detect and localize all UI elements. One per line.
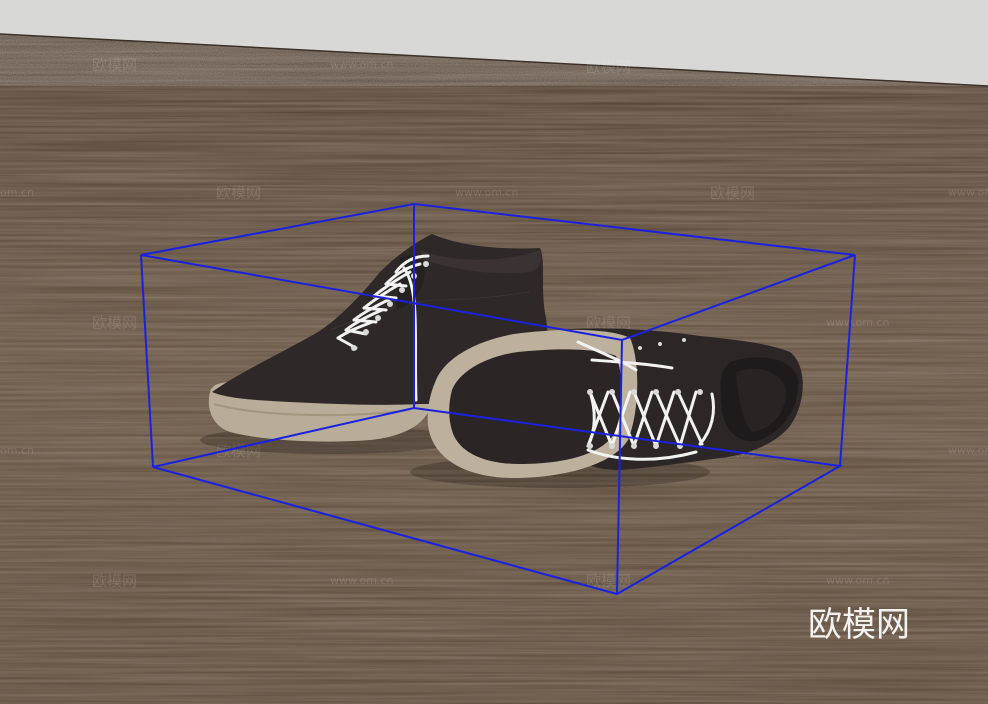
watermark-url: om.cn [0, 444, 34, 457]
watermark-url: om.cn [0, 186, 34, 199]
watermark-brand: 欧模网 [216, 184, 261, 202]
watermark-brand: 欧模网 [92, 314, 137, 332]
watermark-url: www.om.cn [455, 186, 518, 199]
viewport-scene: 欧模网 www.om.cn 欧模网 om.cn 欧模网 www.om.cn 欧模… [0, 0, 988, 704]
watermark-brand: 欧模网 [586, 58, 631, 76]
watermark-logo: 欧模网 [808, 605, 910, 645]
watermark-url: www.om.cn [826, 574, 889, 587]
watermark-url: www.om.cn [948, 186, 988, 199]
watermark-url: www.om.cn [330, 58, 393, 71]
watermark-url: www.om.cn [826, 316, 889, 329]
watermark-brand: 欧模网 [710, 184, 755, 202]
watermark-brand: 欧模网 [92, 572, 137, 590]
watermark-url: www.om.cn [948, 444, 988, 457]
watermark-brand: 欧模网 [92, 56, 137, 74]
watermark-url: www.om.cn [330, 574, 393, 587]
